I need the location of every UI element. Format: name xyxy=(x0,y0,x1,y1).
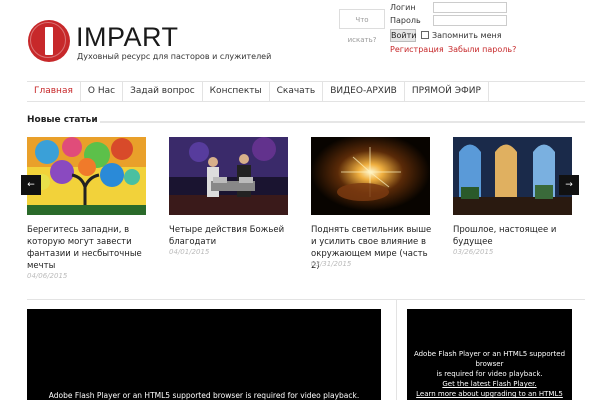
article-thumbnail[interactable] xyxy=(27,137,146,215)
login-label: Логин xyxy=(390,3,416,12)
get-flash-link[interactable]: Get the latest Flash Player. xyxy=(407,379,572,389)
html5-upgrade-link[interactable]: Learn more about upgrading to an HTML5 b… xyxy=(407,389,572,409)
carousel-next-button[interactable]: → xyxy=(559,175,579,195)
site-logo-icon[interactable] xyxy=(28,20,70,62)
article-title[interactable]: Четыре действия Божьей благодати xyxy=(169,224,293,248)
password-label: Пароль xyxy=(390,16,421,25)
video-unsupported-message: Adobe Flash Player or an HTML5 supported… xyxy=(48,391,360,400)
site-name[interactable]: IMPART xyxy=(76,21,179,53)
password-input[interactable] xyxy=(433,15,507,26)
login-button[interactable]: Войти xyxy=(390,29,416,42)
article-title[interactable]: Прошлое, настоящее и будущее xyxy=(453,224,577,248)
login-input[interactable] xyxy=(433,2,507,13)
article-thumbnail[interactable] xyxy=(169,137,288,215)
nav-item-video-archive[interactable]: ВИДЕО-АРХИВ xyxy=(323,82,405,101)
video-unsupported-message: Adobe Flash Player or an HTML5 supported… xyxy=(407,349,572,409)
article-date: 03/31/2015 xyxy=(311,260,352,268)
main-nav: Главная О Нас Задай вопрос Конспекты Ска… xyxy=(27,81,585,102)
remember-me-checkbox[interactable] xyxy=(421,31,429,39)
logo-bar xyxy=(45,27,53,55)
nav-item-notes[interactable]: Конспекты xyxy=(203,82,270,101)
video-message-line: Adobe Flash Player or an HTML5 supported… xyxy=(413,350,566,368)
nav-item-ask[interactable]: Задай вопрос xyxy=(123,82,203,101)
column-divider xyxy=(396,300,397,400)
nav-item-about[interactable]: О Нас xyxy=(81,82,124,101)
nav-item-download[interactable]: Скачать xyxy=(270,82,324,101)
forgot-password-link[interactable]: Забыли пароль? xyxy=(448,45,516,54)
article-date: 03/26/2015 xyxy=(453,248,494,256)
section-divider xyxy=(100,121,585,123)
nav-item-live[interactable]: ПРЯМОЙ ЭФИР xyxy=(405,82,489,101)
register-link[interactable]: Регистрация xyxy=(390,45,444,54)
carousel-prev-button[interactable]: ← xyxy=(21,175,41,195)
video-message-line: is required for video playback. xyxy=(436,370,543,378)
remember-me-label: Запомнить меня xyxy=(432,31,502,40)
content-divider xyxy=(27,299,585,300)
main-video-player[interactable]: Adobe Flash Player or an HTML5 supported… xyxy=(27,309,381,400)
article-thumbnail[interactable] xyxy=(311,137,430,215)
article-thumbnail[interactable] xyxy=(453,137,572,215)
search-input[interactable]: Что искать? xyxy=(339,9,385,44)
article-date: 04/06/2015 xyxy=(27,272,68,280)
section-title: Новые статьи xyxy=(27,115,98,125)
nav-item-home[interactable]: Главная xyxy=(27,82,81,101)
side-video-player[interactable]: Adobe Flash Player or an HTML5 supported… xyxy=(407,309,572,408)
article-date: 04/01/2015 xyxy=(169,248,210,256)
article-title[interactable]: Берегитесь западни, в которую могут заве… xyxy=(27,224,151,272)
site-tagline: Духовный ресурс для пасторов и служителе… xyxy=(77,52,272,61)
